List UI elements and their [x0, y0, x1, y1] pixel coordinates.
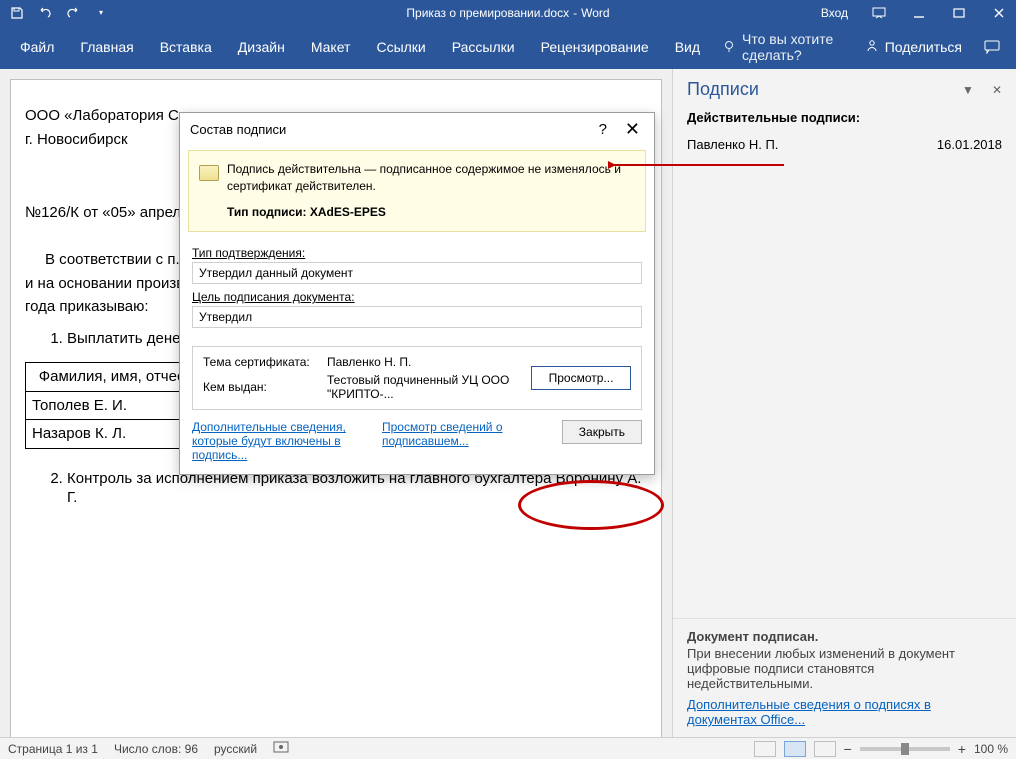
qat-dropdown-icon[interactable]: ▾ [94, 6, 108, 20]
tab-file[interactable]: Файл [8, 33, 66, 61]
sign-date: 16.01.2018 [937, 137, 1002, 152]
view-web-icon[interactable] [814, 741, 836, 757]
signature-entry[interactable]: Павленко Н. П. 16.01.2018 [687, 133, 1002, 156]
dialog-bottom: Дополнительные сведения, которые будут в… [180, 414, 654, 474]
status-words[interactable]: Число слов: 96 [114, 742, 198, 756]
window-title: Приказ о премировании.docx - Word [406, 6, 609, 20]
app-name: Word [581, 6, 609, 20]
valid-signatures-label: Действительные подписи: [687, 110, 1002, 125]
dialog-title: Состав подписи [190, 122, 585, 137]
status-right: − + 100 % [754, 741, 1008, 757]
ribbon-options-icon[interactable] [870, 4, 888, 22]
sigpane-footer-link[interactable]: Дополнительные сведения о подписях в док… [687, 697, 1002, 727]
zoom-slider[interactable] [860, 747, 950, 751]
sigpane-body: Действительные подписи: Павленко Н. П. 1… [673, 106, 1016, 618]
certificate-box: Тема сертификата: Павленко Н. П. Просмот… [192, 346, 642, 410]
view-print-icon[interactable] [784, 741, 806, 757]
dialog-links: Дополнительные сведения, которые будут в… [192, 420, 542, 462]
login-link[interactable]: Вход [821, 6, 848, 20]
bulb-icon [722, 39, 736, 56]
status-macro-icon[interactable] [273, 740, 289, 757]
signatures-pane: Подписи ▼ ✕ Действительные подписи: Павл… [672, 69, 1016, 737]
title-controls: Вход [821, 4, 1016, 22]
view-read-icon[interactable] [754, 741, 776, 757]
banner-text: Подпись действительна — подписанное соде… [227, 161, 633, 196]
tab-view[interactable]: Вид [663, 33, 712, 61]
signature-details-dialog: Состав подписи ? ✕ Подпись действительна… [179, 112, 655, 475]
ribbon-share-area: Поделиться [857, 35, 1008, 60]
cert-issuer-label: Кем выдан: [203, 380, 323, 394]
redo-icon[interactable] [66, 6, 80, 20]
tab-references[interactable]: Ссылки [364, 33, 437, 61]
quick-access-toolbar: ▾ [0, 6, 108, 20]
ribbon: Файл Главная Вставка Дизайн Макет Ссылки… [0, 25, 1016, 69]
status-page[interactable]: Страница 1 из 1 [8, 742, 98, 756]
cert-subject-label: Тема сертификата: [203, 355, 323, 369]
undo-icon[interactable] [38, 6, 52, 20]
banner-type: Тип подписи: XAdES-EPES [227, 204, 633, 221]
tab-review[interactable]: Рецензирование [529, 33, 661, 61]
view-certificate-button[interactable]: Просмотр... [531, 366, 631, 390]
close-icon[interactable] [990, 4, 1008, 22]
zoom-out-icon[interactable]: − [844, 741, 852, 757]
titlebar: ▾ Приказ о премировании.docx - Word Вход [0, 0, 1016, 25]
signer-name: Павленко Н. П. [687, 137, 778, 152]
minimize-icon[interactable] [910, 4, 928, 22]
dialog-titlebar: Состав подписи ? ✕ [180, 113, 654, 146]
status-lang[interactable]: русский [214, 742, 257, 756]
tab-mailings[interactable]: Рассылки [440, 33, 527, 61]
tell-me-label: Что вы хотите сделать? [742, 31, 855, 63]
link-additional-info[interactable]: Дополнительные сведения, которые будут в… [192, 420, 352, 462]
confirm-type-value: Утвердил данный документ [192, 262, 642, 284]
cert-subject: Павленко Н. П. [327, 355, 527, 369]
link-signer-info[interactable]: Просмотр сведений о подписавшем... [382, 420, 542, 462]
share-icon [865, 39, 879, 56]
confirm-type-label: Тип подтверждения: [192, 246, 642, 260]
tab-home[interactable]: Главная [68, 33, 145, 61]
cert-issuer: Тестовый подчиненный УЦ ООО "КРИПТО-... [327, 373, 527, 401]
sigpane-header: Подписи ▼ ✕ [673, 69, 1016, 106]
purpose-value: Утвердил [192, 306, 642, 328]
pane-menu-icon[interactable]: ▼ [962, 83, 974, 97]
zoom-in-icon[interactable]: + [958, 741, 966, 757]
dialog-close-icon[interactable]: ✕ [621, 119, 644, 140]
dialog-help-icon[interactable]: ? [585, 121, 621, 138]
sigpane-title: Подписи [687, 79, 759, 100]
document-title: Приказ о премировании.docx [406, 6, 569, 20]
purpose-label: Цель подписания документа: [192, 290, 642, 304]
share-button[interactable]: Поделиться [857, 35, 970, 60]
tab-insert[interactable]: Вставка [148, 33, 224, 61]
status-bar: Страница 1 из 1 Число слов: 96 русский −… [0, 737, 1016, 759]
sigpane-footer-text: При внесении любых изменений в документ … [687, 646, 1002, 691]
sigpane-footer: Документ подписан. При внесении любых из… [673, 618, 1016, 737]
zoom-value[interactable]: 100 % [974, 742, 1008, 756]
sigpane-footer-bold: Документ подписан. [687, 629, 1002, 644]
tell-me[interactable]: Что вы хотите сделать? [722, 31, 855, 63]
dialog-banner: Подпись действительна — подписанное соде… [188, 150, 646, 232]
tab-design[interactable]: Дизайн [226, 33, 297, 61]
save-icon[interactable] [10, 6, 24, 20]
maximize-icon[interactable] [950, 4, 968, 22]
pane-close-icon[interactable]: ✕ [992, 83, 1002, 97]
share-label: Поделиться [885, 39, 962, 55]
comments-icon[interactable] [976, 36, 1008, 58]
close-button[interactable]: Закрыть [562, 420, 642, 444]
tab-layout[interactable]: Макет [299, 33, 363, 61]
dialog-fields: Тип подтверждения: Утвердил данный докум… [180, 236, 654, 340]
